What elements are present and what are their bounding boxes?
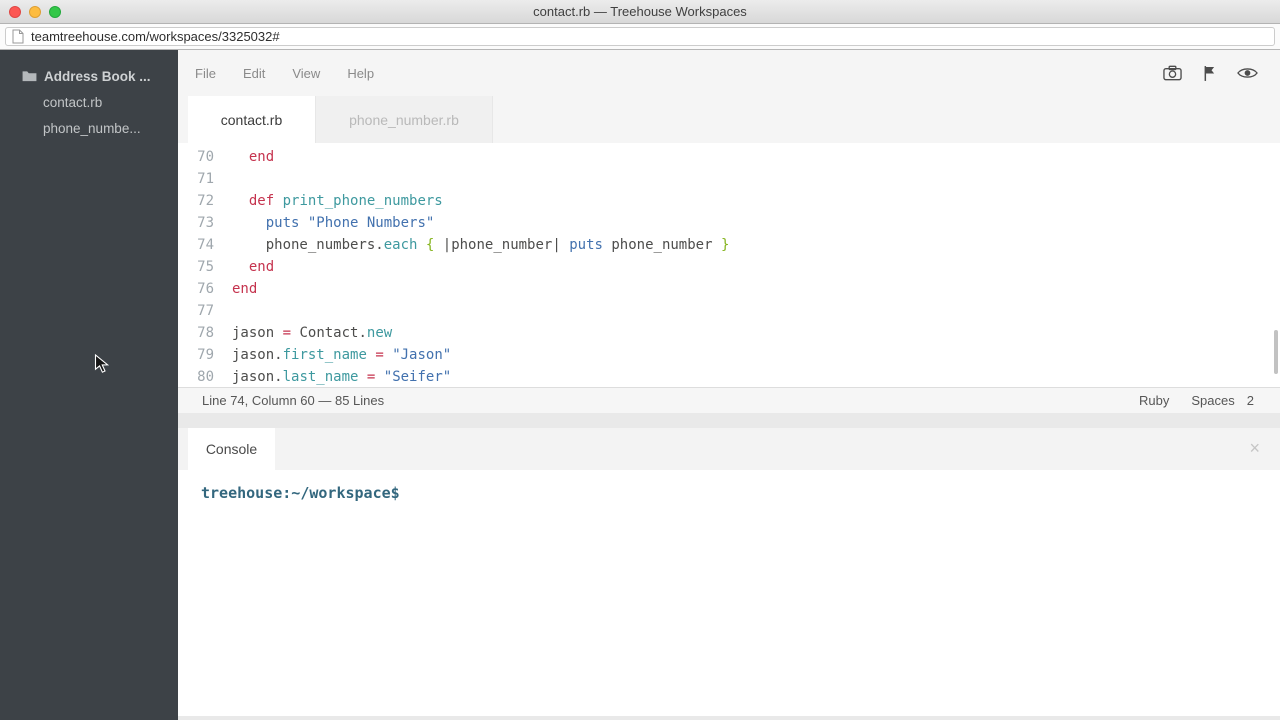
browser-url-bar: teamtreehouse.com/workspaces/3325032# xyxy=(0,24,1280,50)
mouse-cursor xyxy=(94,354,110,379)
sidebar-item-label: phone_numbe... xyxy=(43,121,141,136)
console-header: Console × xyxy=(178,428,1280,470)
code-text: puts "Phone Numbers" xyxy=(232,212,434,234)
menubar-icons xyxy=(1163,65,1258,82)
cursor-position: Line 74, Column 60 — 85 Lines xyxy=(202,393,384,408)
line-number: 80 xyxy=(178,366,214,387)
line-number: 76 xyxy=(178,278,214,300)
code-text: jason.last_name = "Seifer" xyxy=(232,366,451,387)
code-text: end xyxy=(232,278,257,300)
code-text: jason.first_name = "Jason" xyxy=(232,344,451,366)
tab-label: phone_number.rb xyxy=(349,112,459,128)
close-icon[interactable]: × xyxy=(1249,439,1260,457)
page-icon xyxy=(12,29,24,44)
line-number: 74 xyxy=(178,234,214,256)
code-text: end xyxy=(232,146,274,168)
editor-statusbar: Line 74, Column 60 — 85 Lines Ruby Space… xyxy=(178,387,1280,413)
editor-scrollbar[interactable] xyxy=(1274,330,1278,374)
indent-selector[interactable]: Spaces 2 xyxy=(1191,393,1254,408)
console-panel: Console × treehouse:~/workspace$ xyxy=(178,428,1280,716)
tab-contact-rb[interactable]: contact.rb xyxy=(188,96,315,143)
code-line[interactable]: 70 end xyxy=(178,146,1280,168)
sidebar-item-label: Address Book ... xyxy=(44,69,151,84)
line-number: 72 xyxy=(178,190,214,212)
code-text: end xyxy=(232,256,274,278)
line-number: 70 xyxy=(178,146,214,168)
flag-icon[interactable] xyxy=(1203,65,1216,82)
eye-icon[interactable] xyxy=(1237,66,1258,80)
editor-tabbar: contact.rb phone_number.rb xyxy=(178,96,1280,143)
line-number: 79 xyxy=(178,344,214,366)
editor-panel: 70 end7172 def print_phone_numbers73 put… xyxy=(178,143,1280,413)
code-line[interactable]: 75 end xyxy=(178,256,1280,278)
window-title: contact.rb — Treehouse Workspaces xyxy=(0,0,1280,23)
camera-icon[interactable] xyxy=(1163,65,1182,81)
code-line[interactable]: 80 jason.last_name = "Seifer" xyxy=(178,366,1280,387)
line-number: 73 xyxy=(178,212,214,234)
url-text: teamtreehouse.com/workspaces/3325032# xyxy=(31,29,280,44)
folder-icon xyxy=(22,70,37,82)
sidebar-item-contact-rb[interactable]: contact.rb xyxy=(0,89,178,115)
code-editor[interactable]: 70 end7172 def print_phone_numbers73 put… xyxy=(178,143,1280,387)
code-text: def print_phone_numbers xyxy=(232,190,443,212)
file-sidebar: Address Book ... contact.rb phone_numbe.… xyxy=(0,50,178,720)
tab-label: contact.rb xyxy=(221,112,282,128)
code-line[interactable]: 74 phone_numbers.each { |phone_number| p… xyxy=(178,234,1280,256)
terminal-prompt: treehouse:~/workspace$ xyxy=(178,470,1280,502)
menu-edit[interactable]: Edit xyxy=(243,66,265,81)
menu-file[interactable]: File xyxy=(195,66,216,81)
indent-value: 2 xyxy=(1247,393,1254,408)
menu-help[interactable]: Help xyxy=(347,66,374,81)
language-selector[interactable]: Ruby xyxy=(1139,393,1169,408)
console-tab[interactable]: Console xyxy=(188,428,275,470)
sidebar-item-phone-number-rb[interactable]: phone_numbe... xyxy=(0,115,178,141)
sidebar-item-label: contact.rb xyxy=(43,95,102,110)
workspace-menubar: File Edit View Help xyxy=(178,50,1280,96)
code-line[interactable]: 73 puts "Phone Numbers" xyxy=(178,212,1280,234)
code-text: jason = Contact.new xyxy=(232,322,392,344)
code-lines: 70 end7172 def print_phone_numbers73 put… xyxy=(178,146,1280,387)
console-tab-label: Console xyxy=(206,441,257,457)
treehouse-workspaces-window: contact.rb — Treehouse Workspaces teamtr… xyxy=(0,0,1280,720)
console-terminal[interactable]: treehouse:~/workspace$ xyxy=(178,470,1280,716)
statusbar-right: Ruby Spaces 2 xyxy=(1139,393,1254,408)
indent-label: Spaces xyxy=(1191,393,1234,408)
address-field[interactable]: teamtreehouse.com/workspaces/3325032# xyxy=(5,27,1275,46)
code-line[interactable]: 79 jason.first_name = "Jason" xyxy=(178,344,1280,366)
code-text: phone_numbers.each { |phone_number| puts… xyxy=(232,234,729,256)
line-number: 78 xyxy=(178,322,214,344)
menu-view[interactable]: View xyxy=(292,66,320,81)
line-number: 75 xyxy=(178,256,214,278)
line-number: 71 xyxy=(178,168,214,190)
code-line[interactable]: 77 xyxy=(178,300,1280,322)
code-line[interactable]: 72 def print_phone_numbers xyxy=(178,190,1280,212)
code-line[interactable]: 76 end xyxy=(178,278,1280,300)
sidebar-item-address-book[interactable]: Address Book ... xyxy=(0,63,178,89)
tab-phone-number-rb[interactable]: phone_number.rb xyxy=(315,96,493,143)
workspace-main: File Edit View Help contact.rb xyxy=(178,50,1280,720)
line-number: 77 xyxy=(178,300,214,322)
titlebar: contact.rb — Treehouse Workspaces xyxy=(0,0,1280,24)
code-line[interactable]: 78 jason = Contact.new xyxy=(178,322,1280,344)
code-line[interactable]: 71 xyxy=(178,168,1280,190)
